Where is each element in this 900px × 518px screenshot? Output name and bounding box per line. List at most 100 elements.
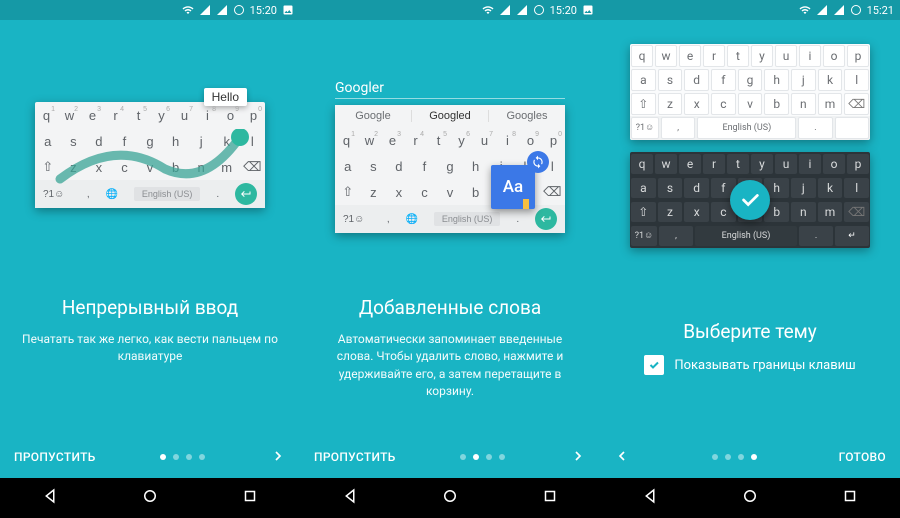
suggestion-3[interactable]: Googles — [489, 110, 565, 122]
sym-key: ?1☺ — [343, 214, 371, 225]
sync-icon — [527, 151, 549, 173]
key-s: s — [658, 178, 683, 198]
copy-block: Выберите тему Показывать границы клавиш — [600, 314, 900, 436]
lang-pill: English (US) — [695, 226, 797, 246]
nav-home[interactable] — [441, 487, 459, 509]
backspace-key: ⌫ — [240, 159, 266, 175]
prev-arrow[interactable] — [614, 448, 630, 467]
dictionary-book-icon: Aa — [491, 165, 535, 209]
key-c: c — [412, 185, 438, 200]
copy-block: Непрерывный ввод Печатать так же легко, … — [0, 290, 300, 436]
key-y: y6 — [450, 133, 473, 148]
key-a: a — [631, 178, 656, 198]
key-z: z — [658, 202, 683, 222]
key-o: o9 — [519, 133, 542, 148]
key-d: d — [684, 69, 709, 91]
theme-dark[interactable]: qwertyuiop asdfghjkl ⇧zxcvbnm⌫ ?1☺ , Eng… — [630, 152, 870, 248]
key-u: u7 — [473, 133, 496, 148]
key-m: m — [214, 160, 240, 175]
nav-back[interactable] — [41, 487, 59, 509]
key-h: h — [463, 159, 489, 174]
key-g: g — [437, 159, 463, 174]
key-f: f — [711, 69, 736, 91]
dictionary-badge: Aa — [491, 157, 543, 209]
done-button[interactable]: ГОТОВО — [839, 450, 886, 464]
signal-icon — [199, 4, 211, 16]
shift-key: ⇧ — [631, 93, 656, 115]
key-r: r — [703, 45, 725, 67]
theme-light[interactable]: qwertyuiop asdfghjkl ⇧zxcvbnm⌫ ?1☺ , Eng… — [630, 44, 870, 140]
nav-recent[interactable] — [541, 487, 559, 509]
next-arrow[interactable] — [270, 448, 286, 467]
key-o: o — [823, 45, 845, 67]
signal-icon — [499, 4, 511, 16]
key-e: e — [679, 154, 701, 174]
key-r: r4 — [404, 133, 427, 148]
key-a: a — [35, 134, 61, 149]
key-i: i8 — [496, 133, 519, 148]
key-borders-checkbox[interactable] — [644, 355, 664, 375]
image-icon — [282, 4, 294, 16]
key-o: o — [823, 154, 845, 174]
key-q: q1 — [35, 108, 58, 123]
key-borders-label: Показывать границы клавиш — [674, 358, 855, 373]
nav-back[interactable] — [641, 487, 659, 509]
key-d: d — [386, 159, 412, 174]
illustration-theme: qwertyuiop asdfghjkl ⇧zxcvbnm⌫ ?1☺ , Eng… — [600, 20, 900, 314]
globe-icon: 🌐 — [106, 189, 118, 200]
typed-field: Googler — [335, 77, 565, 99]
key-p: p0 — [542, 133, 565, 148]
key-l: l — [240, 134, 266, 149]
status-bar: 15:21 — [600, 0, 900, 20]
next-arrow[interactable] — [570, 448, 586, 467]
skip-button[interactable]: ПРОПУСТИТЬ — [314, 450, 396, 464]
key-n: n — [791, 202, 816, 222]
key-t: t — [727, 154, 749, 174]
panel-theme: 15:21 qwertyuiop asdfghjkl ⇧zxcvbnm⌫ ?1☺… — [600, 0, 900, 518]
shift-key: ⇧ — [631, 202, 656, 222]
key-d: d — [86, 134, 112, 149]
key-v: v — [437, 185, 463, 200]
key-g: g — [738, 69, 763, 91]
nav-recent[interactable] — [241, 487, 259, 509]
key-l: l — [844, 178, 869, 198]
key-p: p0 — [242, 108, 265, 123]
skip-button[interactable]: ПРОПУСТИТЬ — [14, 450, 96, 464]
keyboard-card: Hello q1w2e3r4t5y6u7i8o9p0 asdfghjkl ⇧zx… — [35, 102, 265, 208]
key-k: k — [214, 134, 240, 149]
key-o: o9 — [219, 108, 242, 123]
key-e: e3 — [381, 133, 404, 148]
status-time: 15:21 — [867, 4, 894, 17]
key-b: b — [463, 185, 489, 200]
image-icon — [582, 4, 594, 16]
wifi-icon — [799, 4, 811, 16]
key-y: y — [751, 45, 773, 67]
key-w: w — [655, 154, 677, 174]
key-b: b — [163, 160, 189, 175]
nav-home[interactable] — [141, 487, 159, 509]
key-z: z — [361, 185, 387, 200]
suggestion-strip: Google Googled Googles — [335, 105, 565, 127]
panel-words: 15:20 Googler Google Googled Googles q1w… — [300, 0, 600, 518]
sym-key: ?1☺ — [631, 226, 657, 246]
key-c: c — [112, 160, 138, 175]
enter-key — [535, 208, 557, 230]
key-e: e — [679, 45, 701, 67]
lang-pill: English (US) — [434, 212, 501, 226]
nav-bar — [300, 478, 600, 518]
status-bar: 15:20 — [0, 0, 300, 20]
nav-home[interactable] — [741, 487, 759, 509]
key-r: r — [703, 154, 725, 174]
key-i: i — [799, 154, 821, 174]
nav-back[interactable] — [341, 487, 359, 509]
key-w: w — [655, 45, 677, 67]
panel-gesture: 15:20 Hello q1w2e3r4t5y6u7i8o9p0 asdfghj… — [0, 0, 300, 518]
page-dots — [712, 454, 757, 460]
panel-title: Непрерывный ввод — [22, 296, 278, 319]
key-j: j — [188, 134, 214, 149]
suggestion-1[interactable]: Google — [335, 110, 412, 122]
suggestion-2[interactable]: Googled — [412, 110, 489, 122]
key-y: y6 — [150, 108, 173, 123]
nav-recent[interactable] — [841, 487, 859, 509]
status-time: 15:20 — [250, 4, 277, 17]
